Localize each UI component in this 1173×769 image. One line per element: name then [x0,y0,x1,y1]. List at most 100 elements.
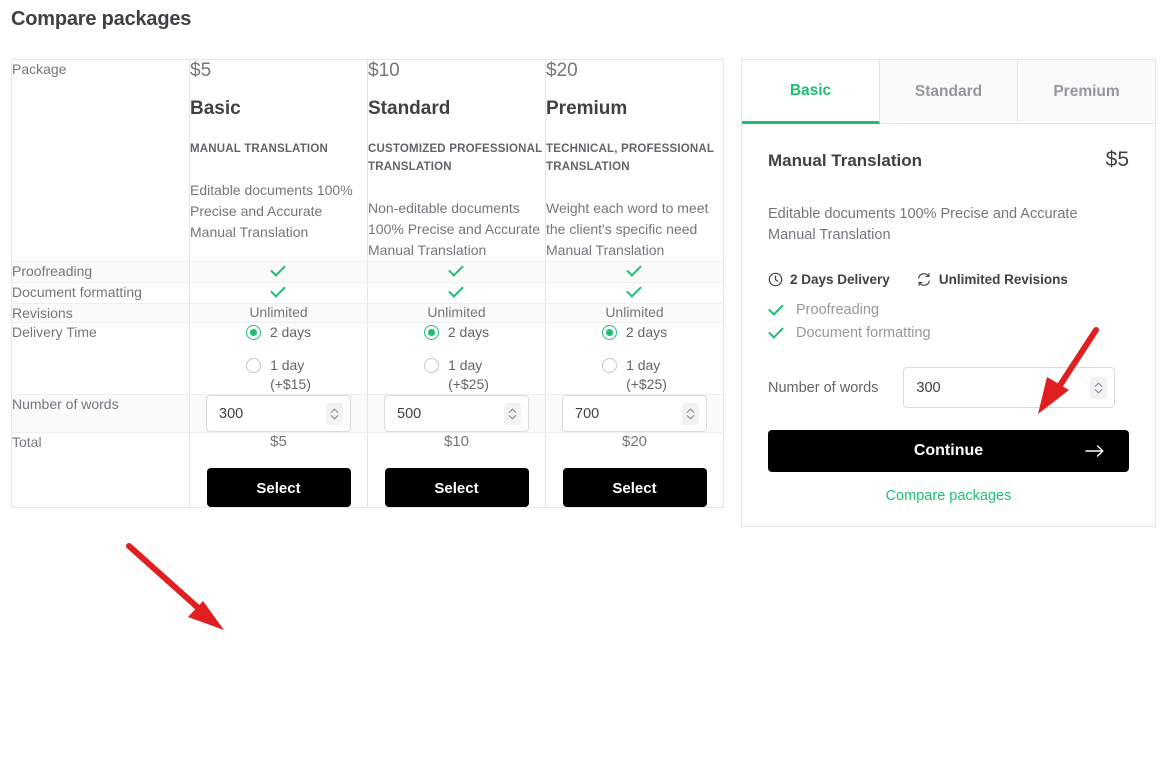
proofreading-premium [545,261,724,283]
package-description: Non-editable documents 100% Precise and … [368,200,540,258]
delivery-option-label: 2 days [447,324,490,340]
delivery-option-text: 1 day [448,357,483,373]
check-icon [768,324,785,341]
delivery-time-meta: 2 Days Delivery [768,272,890,287]
delivery-option-label: 2 days [625,324,668,340]
package-sidebar-panel: Basic Standard Premium Manual Translatio… [741,59,1156,527]
package-subtitle: MANUAL TRANSLATION [190,143,328,155]
package-tabs: Basic Standard Premium [742,60,1155,124]
sidebar-package-price: $5 [1105,148,1129,171]
delivery-option-extra: (+$25) [626,376,667,392]
tab-premium[interactable]: Premium [1018,60,1155,124]
total-amount: $20 [621,433,648,450]
radio-icon[interactable] [246,358,262,373]
annotation-arrow-table-words [126,543,224,630]
check-icon [768,301,785,318]
tab-basic[interactable]: Basic [742,60,880,124]
total-cell-premium: $20 Select [546,433,724,508]
package-name: Basic [190,98,241,119]
words-cell-premium: 700 [545,394,724,433]
revisions-premium: Unlimited [545,303,724,323]
package-subtitle: TECHNICAL, PROFESSIONAL TRANSLATION [546,143,714,173]
clock-icon [768,272,783,287]
feature-label: Proofreading [796,301,880,318]
radio-icon-selected[interactable] [245,325,261,340]
stepper-icon[interactable] [1090,376,1108,399]
feature-proofreading: Proofreading [768,301,1129,318]
row-label-number-of-words: Number of words [11,394,190,433]
select-button-basic[interactable]: Select [206,468,351,507]
package-name: Premium [546,98,628,119]
stepper-icon[interactable] [682,402,699,425]
package-header-standard: $10 Standard CUSTOMIZED PROFESSIONAL TRA… [367,59,546,262]
package-name: Standard [368,98,451,119]
revisions-meta: Unlimited Revisions [916,272,1068,287]
package-price: $20 [546,60,578,81]
package-description: Editable documents 100% Precise and Accu… [190,182,353,240]
revisions-standard: Unlimited [367,303,546,323]
document-formatting-basic [189,282,368,304]
radio-icon-selected[interactable] [601,325,617,340]
check-icon [626,262,643,279]
delivery-options-standard: 2 days 1 day (+$25) [367,322,546,395]
continue-button-label: Continue [913,442,984,459]
sidebar-number-of-words-input[interactable]: 300 [903,367,1116,408]
stepper-icon[interactable] [326,402,343,425]
check-icon [448,262,465,279]
number-of-words-input-standard[interactable]: 500 [384,395,529,432]
continue-button[interactable]: Continue [768,430,1129,472]
sidebar-number-of-words-value: 300 [916,379,941,396]
row-label-document-formatting: Document formatting [11,282,190,304]
delivery-option-2-days[interactable]: 2 days [190,323,367,342]
package-subtitle: CUSTOMIZED PROFESSIONAL TRANSLATION [368,143,543,173]
radio-icon-selected[interactable] [423,325,439,340]
delivery-option-label: 1 day (+$25) [626,356,667,394]
radio-icon[interactable] [424,358,440,373]
package-comparison-table: Package $5 Basic MANUAL TRANSLATION Edit… [11,59,724,508]
number-of-words-input-basic[interactable]: 300 [206,395,351,432]
sidebar-header: Manual Translation $5 [768,148,1129,172]
select-button-standard[interactable]: Select [384,468,529,507]
package-price: $10 [368,60,400,81]
delivery-option-1-day[interactable]: 1 day (+$25) [368,356,545,394]
compare-packages-page: Compare packages Package $5 Basic MANUAL… [0,0,1173,769]
package-price: $5 [190,60,212,81]
delivery-option-2-days[interactable]: 2 days [546,323,723,342]
proofreading-standard [367,261,546,283]
page-title: Compare packages [11,8,192,30]
delivery-option-1-day[interactable]: 1 day (+$15) [190,356,367,394]
sidebar-description: Editable documents 100% Precise and Accu… [768,206,1078,243]
arrow-right-icon [1085,444,1105,458]
number-of-words-value: 300 [219,405,244,422]
table-row-delivery-time: Delivery Time 2 days 1 day (+$15) 2 days [11,322,724,395]
package-header-basic: $5 Basic MANUAL TRANSLATION Editable doc… [189,59,368,262]
document-formatting-standard [367,282,546,304]
total-amount: $5 [270,433,287,450]
sidebar-package-title: Manual Translation [768,151,922,170]
compare-packages-link[interactable]: Compare packages [768,488,1129,504]
number-of-words-input-premium[interactable]: 700 [562,395,707,432]
delivery-options-basic: 2 days 1 day (+$15) [189,322,368,395]
stepper-icon[interactable] [504,402,521,425]
delivery-option-2-days[interactable]: 2 days [368,323,545,342]
sidebar-words-label: Number of words [768,379,879,396]
tab-standard[interactable]: Standard [880,60,1018,124]
row-label-package: Package [11,59,190,262]
radio-icon[interactable] [602,358,618,373]
table-row-revisions: Revisions Unlimited Unlimited Unlimited [11,303,724,323]
words-cell-basic: 300 [189,394,368,433]
feature-document-formatting: Document formatting [768,324,1129,341]
check-icon [448,283,465,300]
table-row-document-formatting: Document formatting [11,282,724,304]
delivery-option-label: 1 day (+$25) [448,356,489,394]
document-formatting-premium [545,282,724,304]
delivery-option-extra: (+$25) [448,376,489,392]
select-button-premium[interactable]: Select [562,468,707,507]
check-icon [626,283,643,300]
total-cell-standard: $10 Select [367,432,546,508]
delivery-option-1-day[interactable]: 1 day (+$25) [546,356,723,394]
row-label-total: Total [11,432,190,508]
delivery-option-extra: (+$15) [270,376,311,392]
sidebar-body: Manual Translation $5 Editable documents… [742,124,1155,526]
proofreading-basic [189,261,368,283]
